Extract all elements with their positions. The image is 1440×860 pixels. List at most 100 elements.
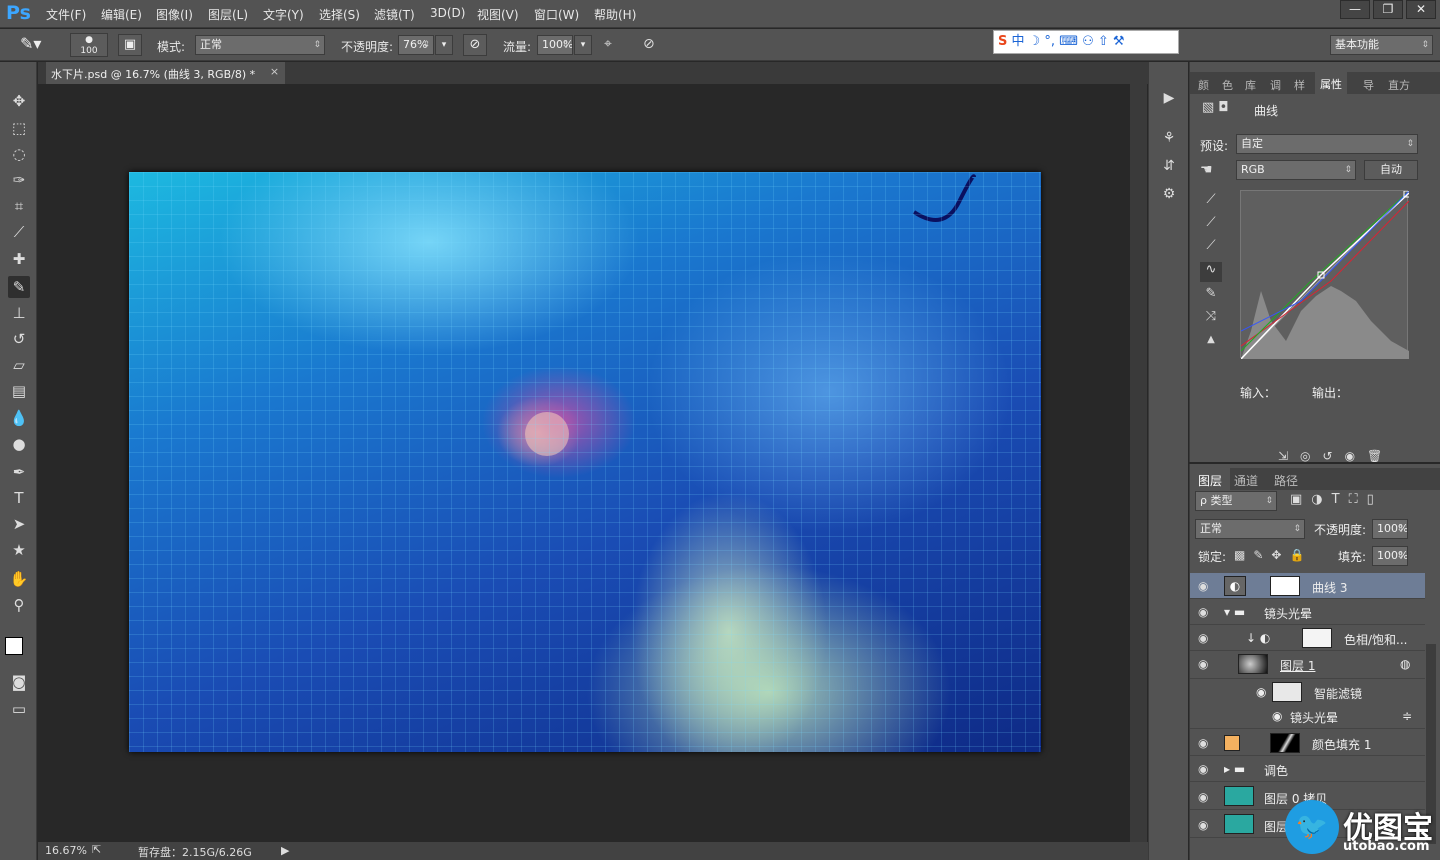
tab-color-2[interactable]: 色 xyxy=(1222,77,1233,93)
brush-size-picker[interactable]: ● 100 xyxy=(70,33,108,57)
layer-group-row[interactable]: ◉ ▾ ▬ 镜头光晕 xyxy=(1190,599,1425,625)
visibility-eye-icon[interactable]: ◉ xyxy=(1198,579,1208,593)
menu-layer[interactable]: 图层(L) xyxy=(208,6,248,23)
layer-row[interactable]: ◉ ◐ 曲线 3 xyxy=(1190,573,1425,599)
layer-row[interactable]: ◉ 图层 1 ◍ xyxy=(1190,651,1425,679)
foreground-color-swatch[interactable] xyxy=(5,637,23,655)
close-window-button[interactable]: ✕ xyxy=(1406,0,1436,19)
mode-select[interactable]: 正常 xyxy=(195,35,325,55)
opacity-input[interactable]: 76% xyxy=(398,35,434,55)
history-brush-tool-icon[interactable]: ↺ xyxy=(8,328,30,350)
shape-tool-icon[interactable]: ★ xyxy=(8,539,30,561)
properties-footer-icons[interactable]: ⇲◎↺◉🗑 xyxy=(1278,449,1394,463)
curve-edit-icon[interactable]: ∿ xyxy=(1200,262,1222,282)
zoom-level[interactable]: 16.67% xyxy=(45,844,87,857)
gray-point-eyedropper-icon[interactable]: ⟋ xyxy=(1200,215,1222,235)
airbrush-icon[interactable]: ⌖ xyxy=(604,36,612,52)
tab-properties[interactable]: 属性 xyxy=(1315,72,1347,96)
quick-mask-icon[interactable]: ◙ xyxy=(8,671,30,693)
status-menu-arrow-icon[interactable]: ▶ xyxy=(281,844,289,857)
path-select-tool-icon[interactable]: ➤ xyxy=(8,513,30,535)
close-tab-icon[interactable]: × xyxy=(270,65,279,78)
smooth-curve-icon[interactable]: ⤨ xyxy=(1200,309,1222,329)
healing-tool-icon[interactable]: ✚ xyxy=(8,248,30,270)
document-tab[interactable]: 水下片.psd @ 16.7% (曲线 3, RGB/8) * × xyxy=(46,62,286,84)
flow-input[interactable]: 100% xyxy=(537,35,573,55)
pressure-opacity-icon[interactable]: ⊘ xyxy=(463,34,487,56)
clipping-warning-icon[interactable]: ▲ xyxy=(1200,334,1222,354)
crop-tool-icon[interactable]: ⌗ xyxy=(8,195,30,217)
hand-tool-icon[interactable]: ✋ xyxy=(8,568,30,590)
quick-select-tool-icon[interactable]: ✑ xyxy=(8,169,30,191)
tab-paths[interactable]: 路径 xyxy=(1274,472,1298,489)
play-actions-icon[interactable]: ▶ xyxy=(1159,90,1179,110)
filter-options-icon[interactable]: ≑ xyxy=(1402,709,1412,723)
tab-color-1[interactable]: 颜 xyxy=(1198,77,1209,93)
visibility-eye-icon[interactable]: ◉ xyxy=(1198,605,1208,619)
tool-presets-icon[interactable]: ⚘ xyxy=(1159,130,1179,150)
layer-mask-thumb[interactable] xyxy=(1302,628,1332,648)
layer-row[interactable]: ◉ 颜色填充 1 xyxy=(1190,730,1425,756)
menu-3d[interactable]: 3D(D) xyxy=(430,6,465,20)
brush-tool-preset-icon[interactable]: ✎▾ xyxy=(20,34,41,53)
marquee-tool-icon[interactable]: ⬚ xyxy=(8,117,30,139)
visibility-eye-icon[interactable]: ◉ xyxy=(1198,736,1208,750)
visibility-eye-icon[interactable]: ◉ xyxy=(1198,762,1208,776)
screen-mode-icon[interactable]: ▭ xyxy=(8,698,30,720)
pen-tool-icon[interactable]: ✒ xyxy=(8,461,30,483)
menu-edit[interactable]: 编辑(E) xyxy=(101,6,142,23)
tab-channels[interactable]: 通道 xyxy=(1234,472,1258,489)
tab-histogram[interactable]: 直方 xyxy=(1388,77,1410,93)
opacity-slider-toggle-icon[interactable]: ▾ xyxy=(435,35,453,55)
target-adjust-hand-icon[interactable]: ☚ xyxy=(1200,162,1213,178)
fill-input[interactable]: 100% xyxy=(1372,546,1408,566)
restore-button[interactable]: ❐ xyxy=(1373,0,1403,19)
tab-navigator[interactable]: 导 xyxy=(1363,77,1374,93)
visibility-eye-icon[interactable]: ◉ xyxy=(1198,631,1208,645)
workspace-select[interactable]: 基本功能 xyxy=(1330,35,1433,55)
curve-graph[interactable] xyxy=(1240,190,1409,359)
layer-mask-thumb[interactable] xyxy=(1270,733,1300,753)
preset-select[interactable]: 自定 xyxy=(1236,134,1418,154)
tab-adjust[interactable]: 调 xyxy=(1270,77,1281,93)
layer-filter-icons[interactable]: ▣◑T⛶▯ xyxy=(1290,492,1383,507)
move-tool-icon[interactable]: ✥ xyxy=(8,90,30,112)
tab-library[interactable]: 库 xyxy=(1245,77,1256,93)
type-tool-icon[interactable]: T xyxy=(8,487,30,509)
dodge-tool-icon[interactable]: ● xyxy=(8,433,30,455)
visibility-eye-icon[interactable]: ◉ xyxy=(1198,790,1208,804)
layer-row[interactable]: ◉ ↓ ◐ 色相/饱和... xyxy=(1190,625,1425,651)
flow-slider-toggle-icon[interactable]: ▾ xyxy=(574,35,592,55)
brush-panel-toggle-icon[interactable]: ▣ xyxy=(118,34,142,56)
zoom-tool-icon[interactable]: ⚲ xyxy=(8,594,30,616)
export-icon[interactable]: ⇱ xyxy=(92,843,101,856)
eyedropper-tool-icon[interactable]: ⟋ xyxy=(8,221,30,243)
underwater-photo[interactable] xyxy=(129,172,1041,752)
blur-tool-icon[interactable]: 💧 xyxy=(8,407,30,429)
visibility-eye-icon[interactable]: ◉ xyxy=(1256,685,1266,699)
layer-filter-select[interactable]: ρ 类型 xyxy=(1195,491,1277,511)
menu-select[interactable]: 选择(S) xyxy=(319,6,360,23)
stamp-tool-icon[interactable]: ⊥ xyxy=(8,302,30,324)
auto-button[interactable]: 自动 xyxy=(1364,160,1418,180)
black-point-eyedropper-icon[interactable]: ⟋ xyxy=(1200,192,1222,212)
pressure-size-icon[interactable]: ⊘ xyxy=(643,36,655,52)
menu-help[interactable]: 帮助(H) xyxy=(594,6,636,23)
adjustments-dock-icon[interactable]: ⚙ xyxy=(1159,186,1179,206)
filter-effect-row[interactable]: ◉ 镜头光晕 ≑ xyxy=(1190,705,1425,729)
lock-icons[interactable]: ▩✎✥🔒 xyxy=(1234,548,1312,562)
brush-tool-icon[interactable]: ✎ xyxy=(8,276,30,298)
canvas-vertical-scrollbar[interactable] xyxy=(1130,84,1147,842)
channel-select[interactable]: RGB xyxy=(1236,160,1356,180)
eraser-tool-icon[interactable]: ▱ xyxy=(8,354,30,376)
blend-mode-select[interactable]: 正常 xyxy=(1195,519,1305,539)
layer-mask-thumb[interactable] xyxy=(1270,576,1300,596)
menu-image[interactable]: 图像(I) xyxy=(156,6,193,23)
layer-opacity-input[interactable]: 100% xyxy=(1372,519,1408,539)
gradient-tool-icon[interactable]: ▤ xyxy=(8,380,30,402)
menu-file[interactable]: 文件(F) xyxy=(46,6,86,23)
fill-color-swatch[interactable] xyxy=(1224,735,1240,751)
ime-toolbar[interactable]: S 中 ☽ °, ⌨ ⚇ ⇧ ⚒ xyxy=(993,30,1179,54)
smart-filter-row[interactable]: ◉ 智能滤镜 xyxy=(1190,681,1425,705)
visibility-eye-icon[interactable]: ◉ xyxy=(1198,657,1208,671)
